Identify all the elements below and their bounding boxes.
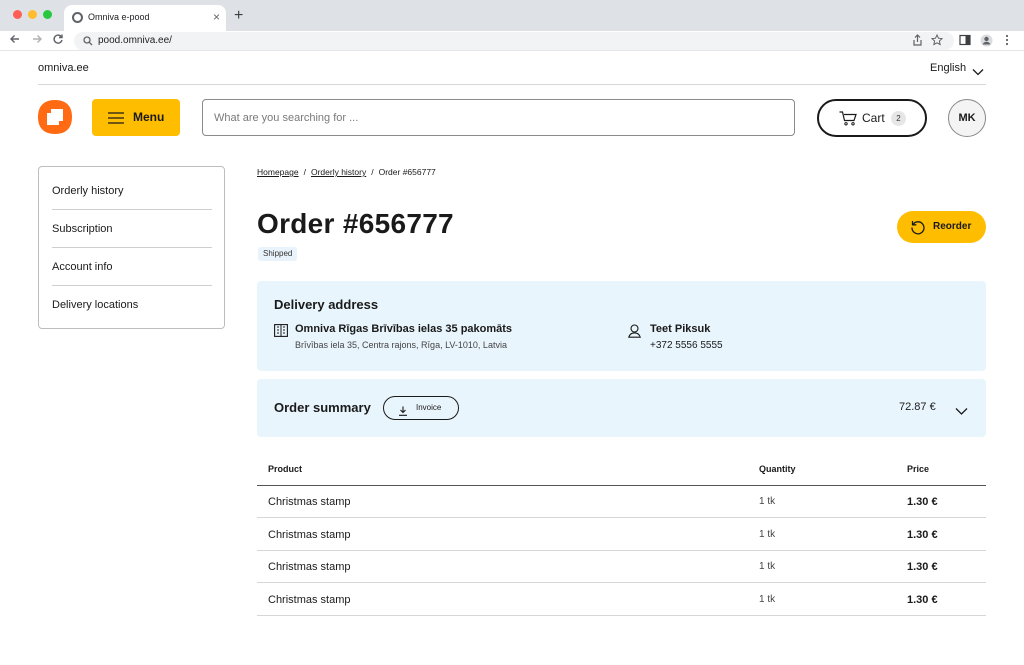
table-row: Christmas stamp 1 tk 1.30 € [257, 486, 986, 518]
omniva-logo[interactable] [38, 100, 72, 134]
delivery-address-title: Delivery address [274, 297, 379, 312]
reorder-label: Reorder [933, 221, 972, 232]
building-icon [274, 324, 288, 337]
product-quantity: 1 tk [759, 529, 776, 540]
product-quantity: 1 tk [759, 561, 776, 572]
cart-button[interactable]: Cart 2 [817, 99, 927, 137]
account-sidebar: Orderly history Subscription Account inf… [38, 166, 225, 329]
column-header-price: Price [907, 464, 930, 474]
product-name: Christmas stamp [268, 561, 351, 573]
window-close-button[interactable] [13, 10, 22, 19]
product-quantity: 1 tk [759, 594, 776, 605]
language-selector[interactable]: English [930, 62, 966, 74]
kebab-menu-icon[interactable] [1005, 34, 1009, 50]
product-price: 1.30 € [907, 496, 938, 508]
sidebar-item-orderly-history[interactable]: Orderly history [52, 172, 212, 210]
column-header-product: Product [268, 464, 303, 474]
product-quantity: 1 tk [759, 496, 776, 507]
order-total: 72.87 € [899, 401, 936, 413]
cart-count-badge: 2 [891, 111, 906, 126]
order-summary-panel[interactable]: Order summary Invoice 72.87 € [257, 379, 986, 437]
menu-label: Menu [133, 110, 165, 124]
breadcrumb-orderly-history[interactable]: Orderly history [311, 167, 366, 177]
reorder-button[interactable]: Reorder [897, 211, 986, 243]
sidebar-item-account-info[interactable]: Account info [52, 248, 212, 286]
product-name: Christmas stamp [268, 529, 351, 541]
close-tab-icon[interactable]: × [213, 9, 220, 25]
page-title: Order #656777 [257, 208, 454, 239]
product-name: Christmas stamp [268, 496, 351, 508]
reload-icon[interactable] [52, 33, 64, 48]
pickup-location-address: Brīvības iela 35, Centra rajons, Rīga, L… [295, 340, 507, 350]
recipient-phone: +372 5556 5555 [650, 340, 723, 351]
person-icon [628, 324, 641, 338]
chrome-icon [72, 12, 83, 23]
breadcrumb-current: Order #656777 [378, 167, 436, 177]
cart-icon [839, 111, 857, 126]
search-input[interactable] [202, 99, 795, 136]
chevron-down-icon[interactable] [955, 403, 968, 415]
sidebar-item-subscription[interactable]: Subscription [52, 210, 212, 248]
site-info-icon[interactable] [82, 34, 94, 46]
omniva-site-link[interactable]: omniva.ee [38, 62, 89, 74]
order-summary-title: Order summary [274, 400, 371, 415]
invoice-label: Invoice [416, 403, 442, 412]
column-header-quantity: Quantity [759, 464, 796, 474]
recipient-name: Teet Piksuk [650, 323, 711, 335]
reorder-icon [910, 219, 926, 235]
forward-arrow-icon[interactable] [31, 33, 43, 48]
browser-toolbar: pood.omniva.ee/ [0, 31, 1024, 51]
share-icon[interactable] [912, 34, 923, 50]
pickup-location-name: Omniva Rīgas Brīvības ielas 35 pakomāts [295, 323, 513, 335]
divider [38, 84, 986, 85]
table-row: Christmas stamp 1 tk 1.30 € [257, 519, 986, 551]
user-avatar[interactable]: MK [948, 99, 986, 137]
invoice-button[interactable]: Invoice [383, 396, 459, 420]
address-bar[interactable]: pood.omniva.ee/ [74, 32, 954, 50]
menu-button[interactable]: Menu [92, 99, 180, 136]
status-badge: Shipped [258, 247, 298, 261]
sidebar-item-delivery-locations[interactable]: Delivery locations [52, 286, 212, 324]
breadcrumb-separator: / [371, 167, 374, 177]
url-text: pood.omniva.ee/ [98, 35, 172, 46]
download-icon [398, 403, 408, 416]
tab-title: Omniva e-pood [88, 12, 150, 22]
back-arrow-icon[interactable] [9, 33, 21, 48]
product-name: Christmas stamp [268, 594, 351, 606]
table-row: Christmas stamp 1 tk 1.30 € [257, 584, 986, 616]
bookmark-star-icon[interactable] [930, 33, 944, 50]
chevron-down-icon[interactable] [972, 63, 984, 76]
table-row: Christmas stamp 1 tk 1.30 € [257, 551, 986, 583]
product-price: 1.30 € [907, 561, 938, 573]
hamburger-icon [108, 111, 124, 124]
new-tab-button[interactable]: + [234, 6, 243, 26]
sidebar-toggle-icon[interactable] [959, 34, 971, 50]
delivery-address-panel: Delivery address Omniva Rīgas Brīvības i… [257, 281, 986, 371]
breadcrumb-separator: / [303, 167, 306, 177]
cart-label: Cart [862, 111, 885, 125]
browser-tab[interactable]: Omniva e-pood × [64, 5, 226, 31]
product-price: 1.30 € [907, 594, 938, 606]
profile-icon[interactable] [980, 34, 993, 51]
window-minimize-button[interactable] [28, 10, 37, 19]
breadcrumb: Homepage / Orderly history / Order #656777 [257, 167, 436, 177]
window-maximize-button[interactable] [43, 10, 52, 19]
browser-tab-bar: Omniva e-pood × + [0, 0, 1024, 31]
breadcrumb-homepage[interactable]: Homepage [257, 167, 299, 177]
product-price: 1.30 € [907, 529, 938, 541]
